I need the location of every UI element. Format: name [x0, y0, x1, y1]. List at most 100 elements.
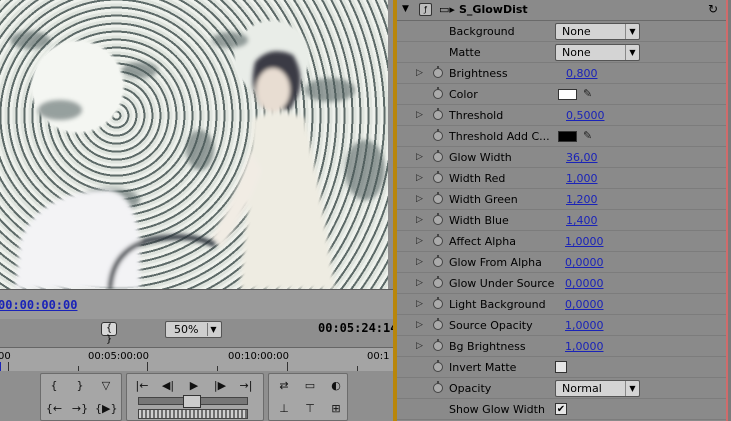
ruler-tick	[287, 362, 288, 371]
triangle-right-icon[interactable]: ▷	[416, 278, 424, 288]
triangle-right-icon[interactable]: ▷	[416, 110, 424, 120]
effect-header[interactable]: ▼ ƒ ▭▸ S_GlowDist ↻	[397, 0, 726, 21]
stopwatch-icon[interactable]	[433, 87, 443, 99]
param-label: Opacity	[449, 382, 492, 395]
play-icon[interactable]: ▶	[183, 378, 205, 394]
triangle-right-icon[interactable]: ▷	[416, 341, 424, 351]
time-ruler[interactable]: 00 00:05:00:00 00:10:00:00 00:1	[0, 347, 393, 372]
width-green-value[interactable]: 1,200	[566, 193, 598, 206]
chevron-down-icon: ▼	[625, 45, 639, 60]
stopwatch-icon[interactable]	[433, 213, 443, 225]
param-row-brightness: ▷ Brightness 0,800	[397, 63, 726, 84]
program-monitor: 00:00:00:00 { } 50% ▼ 00:05:24:14 00 00:…	[0, 0, 393, 421]
mark-out-icon[interactable]: }	[69, 378, 91, 394]
color-swatch[interactable]	[558, 89, 577, 100]
lift-icon[interactable]: ⊥	[273, 401, 295, 417]
param-label: Invert Matte	[449, 361, 517, 374]
stopwatch-icon[interactable]	[433, 171, 443, 183]
edit-group: ⇄ ▭ ◐ ⊥ ⊤ ⊞	[268, 373, 348, 421]
stopwatch-icon[interactable]	[433, 360, 443, 372]
panel-edge	[726, 0, 731, 421]
stopwatch-icon[interactable]	[433, 192, 443, 204]
triangle-right-icon[interactable]: ▷	[416, 257, 424, 267]
affect-alpha-value[interactable]: 1,0000	[565, 235, 604, 248]
stopwatch-icon[interactable]	[433, 129, 443, 141]
opacity-dropdown[interactable]: Normal ▼	[555, 380, 640, 397]
triangle-right-icon[interactable]: ▷	[416, 215, 424, 225]
go-to-out-icon[interactable]: →}	[69, 401, 91, 417]
param-label: Show Glow Width	[449, 403, 545, 416]
param-label: Light Background	[449, 298, 546, 311]
extract-icon[interactable]: ⊤	[299, 401, 321, 417]
eyedropper-icon[interactable]: ✎	[583, 87, 592, 100]
mark-in-icon[interactable]: {	[43, 378, 65, 394]
triangle-right-icon[interactable]: ▷	[416, 152, 424, 162]
step-forward-icon[interactable]: |▶	[209, 378, 231, 394]
show-glow-width-checkbox[interactable]: ✔	[555, 403, 567, 415]
param-row-width-blue: ▷ Width Blue 1,400	[397, 210, 726, 231]
loop-icon[interactable]: ⇄	[273, 378, 295, 394]
zoom-dropdown[interactable]: 50% ▼	[165, 321, 222, 338]
effect-controls-panel: ▼ ƒ ▭▸ S_GlowDist ↻ Background None ▼ Ma…	[397, 0, 726, 421]
stopwatch-icon[interactable]	[433, 297, 443, 309]
param-label: Affect Alpha	[449, 235, 517, 248]
dropdown-value: None	[562, 25, 591, 38]
current-timecode[interactable]: 00:00:00:00	[0, 298, 77, 312]
stopwatch-icon[interactable]	[433, 276, 443, 288]
eyedropper-icon[interactable]: ✎	[583, 129, 592, 142]
glow-from-alpha-value[interactable]: 0,0000	[565, 256, 604, 269]
background-dropdown[interactable]: None ▼	[555, 23, 640, 40]
param-row-threshold-add-color: Threshold Add C... ✎	[397, 126, 726, 147]
shuttle-wheel[interactable]	[138, 409, 248, 419]
stopwatch-icon[interactable]	[433, 255, 443, 267]
matte-dropdown[interactable]: None ▼	[555, 44, 640, 61]
dropdown-value: None	[562, 46, 591, 59]
triangle-right-icon[interactable]: ▷	[416, 299, 424, 309]
jog-handle[interactable]	[183, 395, 201, 408]
stopwatch-icon[interactable]	[433, 150, 443, 162]
triangle-down-icon[interactable]: ▼	[402, 4, 409, 14]
param-label: Background	[449, 25, 515, 38]
export-frame-icon[interactable]: ⊞	[325, 401, 347, 417]
jog-slider[interactable]	[138, 395, 248, 408]
width-blue-value[interactable]: 1,400	[566, 214, 598, 227]
param-label: Color	[449, 88, 478, 101]
fx-toggle-icon[interactable]: ƒ	[419, 3, 432, 16]
param-label: Threshold Add C...	[449, 130, 550, 143]
triangle-right-icon[interactable]: ▷	[416, 194, 424, 204]
param-row-opacity: Opacity Normal ▼	[397, 378, 726, 399]
stopwatch-icon[interactable]	[433, 318, 443, 330]
reset-icon[interactable]: ↻	[706, 2, 720, 16]
stopwatch-icon[interactable]	[433, 339, 443, 351]
triangle-right-icon[interactable]: ▷	[416, 320, 424, 330]
step-forward-marker-icon[interactable]: →|	[235, 378, 257, 394]
triangle-right-icon[interactable]: ▷	[416, 173, 424, 183]
threshold-value[interactable]: 0,5000	[566, 109, 605, 122]
param-row-glow-under-source: ▷ Glow Under Source 0,0000	[397, 273, 726, 294]
glow-under-source-value[interactable]: 0,0000	[565, 277, 604, 290]
glow-width-value[interactable]: 36,00	[566, 151, 598, 164]
source-opacity-value[interactable]: 1,0000	[565, 319, 604, 332]
brightness-value[interactable]: 0,800	[566, 67, 598, 80]
play-in-to-out-icon[interactable]: {▶}	[95, 401, 117, 417]
stopwatch-icon[interactable]	[433, 234, 443, 246]
param-row-threshold: ▷ Threshold 0,5000	[397, 105, 726, 126]
set-marker-icon[interactable]: ▽	[95, 378, 117, 394]
color-swatch[interactable]	[558, 131, 577, 142]
ruler-tick	[147, 362, 148, 371]
output-icon[interactable]: ◐	[325, 378, 347, 394]
stopwatch-icon[interactable]	[433, 381, 443, 393]
bg-brightness-value[interactable]: 1,0000	[565, 340, 604, 353]
safe-margins-icon[interactable]: ▭	[299, 378, 321, 394]
step-back-marker-icon[interactable]: |←	[131, 378, 153, 394]
step-back-icon[interactable]: ◀|	[157, 378, 179, 394]
safe-margins-button[interactable]: { }	[101, 322, 117, 345]
invert-matte-checkbox[interactable]	[555, 361, 567, 373]
triangle-right-icon[interactable]: ▷	[416, 68, 424, 78]
width-red-value[interactable]: 1,000	[566, 172, 598, 185]
triangle-right-icon[interactable]: ▷	[416, 236, 424, 246]
stopwatch-icon[interactable]	[433, 108, 443, 120]
light-background-value[interactable]: 0,0000	[565, 298, 604, 311]
stopwatch-icon[interactable]	[433, 66, 443, 78]
go-to-in-icon[interactable]: {←	[43, 401, 65, 417]
